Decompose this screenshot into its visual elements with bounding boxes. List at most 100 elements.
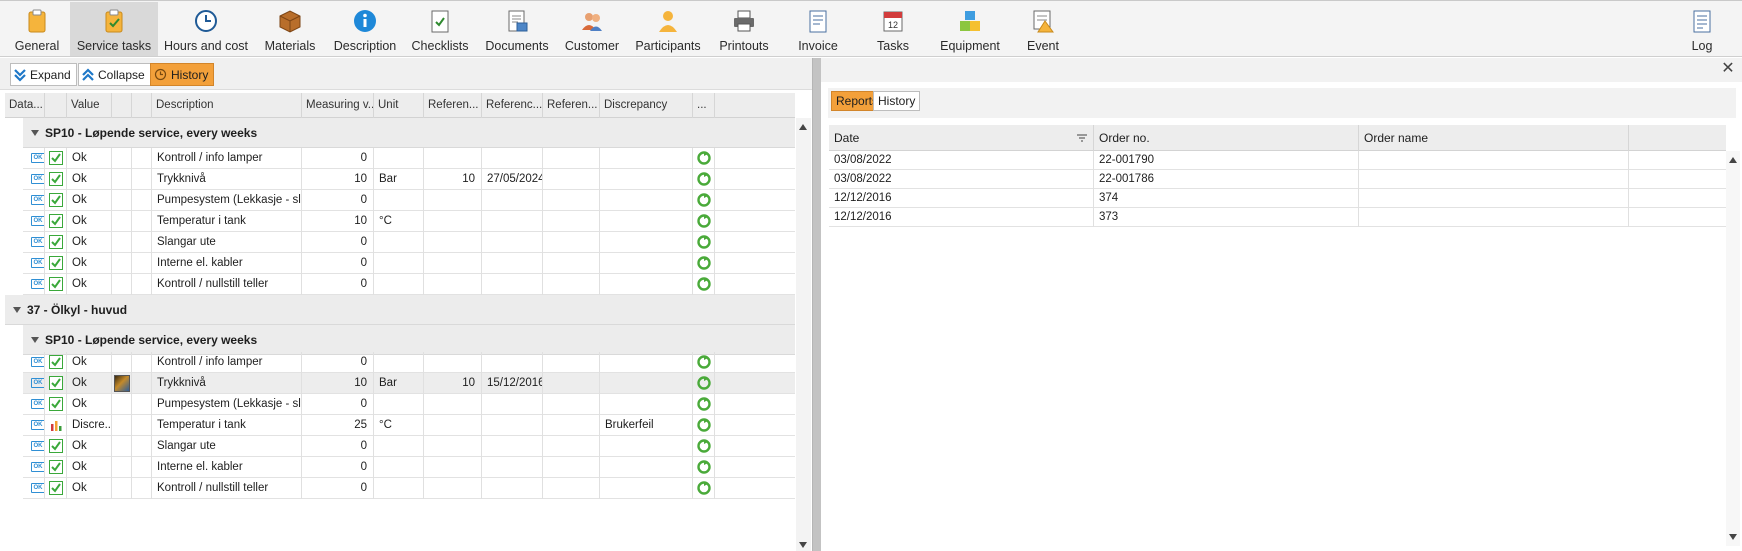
col-data[interactable]: Data... (5, 93, 45, 118)
col-reference-2[interactable]: Referenc... (482, 93, 543, 118)
col-attachment[interactable] (132, 93, 152, 118)
cell-attachment[interactable] (132, 211, 152, 232)
cell-disc[interactable] (600, 352, 693, 373)
cell-desc[interactable]: Interne el. kabler (152, 253, 302, 274)
cell-status[interactable] (45, 394, 67, 415)
cell-data-type[interactable]: OK (23, 352, 45, 373)
cell-ref1[interactable] (424, 211, 482, 232)
cell-unit[interactable] (374, 478, 424, 499)
group-collapse-arrow-icon[interactable] (13, 307, 21, 313)
cell-action[interactable] (693, 253, 715, 274)
recycle-icon[interactable] (697, 151, 711, 165)
cell-value[interactable]: Ok (67, 436, 112, 457)
table-row[interactable]: OK Ok Kontroll / nullstill teller 0 (23, 274, 795, 295)
scroll-down-arrow-icon[interactable] (1729, 534, 1737, 540)
table-row[interactable]: OK Ok Kontroll / info lamper 0 (23, 352, 795, 373)
cell-action[interactable] (693, 457, 715, 478)
col-value[interactable]: Value (67, 93, 112, 118)
cell-value[interactable]: Ok (67, 352, 112, 373)
cell-measure[interactable]: 0 (302, 457, 374, 478)
cell-desc[interactable]: Pumpesystem (Lekkasje - slita... (152, 394, 302, 415)
cell-value[interactable]: Ok (67, 232, 112, 253)
cell-image[interactable] (112, 169, 132, 190)
cell-measure[interactable]: 10 (302, 211, 374, 232)
cell-image[interactable] (112, 148, 132, 169)
cell-data-type[interactable]: OK (23, 415, 45, 436)
cell-desc[interactable]: Kontroll / info lamper (152, 352, 302, 373)
table-row[interactable]: OK Ok Pumpesystem (Lekkasje - slita...0 (23, 190, 795, 211)
cell-image[interactable] (112, 478, 132, 499)
cell-ref2[interactable] (482, 232, 543, 253)
cell-value[interactable]: Ok (67, 478, 112, 499)
cell-status[interactable] (45, 169, 67, 190)
cell-attachment[interactable] (132, 478, 152, 499)
cell-order-name[interactable] (1359, 170, 1629, 189)
cell-attachment[interactable] (132, 436, 152, 457)
close-icon[interactable]: ✕ (1720, 61, 1736, 77)
recycle-icon[interactable] (697, 235, 711, 249)
cell-status[interactable] (45, 457, 67, 478)
tab-history[interactable]: History (873, 91, 921, 111)
cell-date[interactable]: 12/12/2016 (829, 189, 1094, 208)
cell-desc[interactable]: Slangar ute (152, 232, 302, 253)
cell-desc[interactable]: Temperatur i tank (152, 415, 302, 436)
cell-measure[interactable]: 0 (302, 352, 374, 373)
cell-unit[interactable]: °C (374, 211, 424, 232)
cell-image[interactable] (112, 352, 132, 373)
cell-order-no[interactable]: 22-001786 (1094, 170, 1359, 189)
cell-action[interactable] (693, 211, 715, 232)
cell-ref2[interactable]: 27/05/2024 (482, 169, 543, 190)
cell-order-name[interactable] (1359, 151, 1629, 170)
cell-ref2[interactable] (482, 478, 543, 499)
cell-ref3[interactable] (543, 274, 600, 295)
cell-disc[interactable] (600, 274, 693, 295)
cell-disc[interactable] (600, 478, 693, 499)
cell-ref1[interactable] (424, 274, 482, 295)
cell-ref1[interactable]: 10 (424, 373, 482, 394)
cell-unit[interactable]: °C (374, 415, 424, 436)
group-row[interactable]: SP10 - Løpende service, every weeks (23, 118, 795, 148)
recycle-icon[interactable] (697, 256, 711, 270)
cell-ref2[interactable] (482, 436, 543, 457)
cell-order-no[interactable]: 373 (1094, 208, 1359, 227)
ribbon-hours-and-cost[interactable]: Hours and cost (162, 2, 250, 56)
history-row[interactable]: 12/12/2016 373 (829, 208, 1726, 227)
group-row[interactable]: 37 - Ölkyl - huvud (5, 295, 795, 325)
col-measuring-value[interactable]: Measuring v... (302, 93, 374, 118)
col-order-name[interactable]: Order name (1359, 125, 1629, 151)
cell-order-name[interactable] (1359, 208, 1629, 227)
cell-data-type[interactable]: OK (23, 373, 45, 394)
cell-ref3[interactable] (543, 436, 600, 457)
cell-status[interactable] (45, 274, 67, 295)
cell-data-type[interactable]: OK (23, 457, 45, 478)
cell-data-type[interactable]: OK (23, 148, 45, 169)
col-order-no[interactable]: Order no. (1094, 125, 1359, 151)
cell-attachment[interactable] (132, 352, 152, 373)
recycle-icon[interactable] (697, 172, 711, 186)
cell-ref3[interactable] (543, 148, 600, 169)
cell-image[interactable] (112, 373, 132, 394)
cell-attachment[interactable] (132, 148, 152, 169)
cell-desc[interactable]: Kontroll / info lamper (152, 148, 302, 169)
col-description[interactable]: Description (152, 93, 302, 118)
group-collapse-arrow-icon[interactable] (31, 130, 39, 136)
cell-ref1[interactable] (424, 190, 482, 211)
cell-attachment[interactable] (132, 274, 152, 295)
col-date[interactable]: Date (829, 125, 1094, 151)
recycle-icon[interactable] (697, 418, 711, 432)
col-more[interactable]: ... (693, 93, 715, 118)
cell-attachment[interactable] (132, 253, 152, 274)
cell-unit[interactable] (374, 457, 424, 478)
cell-value[interactable]: Ok (67, 190, 112, 211)
cell-desc[interactable]: Trykknivå (152, 169, 302, 190)
col-reference-3[interactable]: Referen... (543, 93, 600, 118)
cell-value[interactable]: Ok (67, 253, 112, 274)
cell-attachment[interactable] (132, 373, 152, 394)
cell-value[interactable]: Ok (67, 274, 112, 295)
recycle-icon[interactable] (697, 214, 711, 228)
cell-ref3[interactable] (543, 394, 600, 415)
cell-status[interactable] (45, 373, 67, 394)
cell-image[interactable] (112, 415, 132, 436)
cell-disc[interactable] (600, 211, 693, 232)
col-reference-1[interactable]: Referen... (424, 93, 482, 118)
